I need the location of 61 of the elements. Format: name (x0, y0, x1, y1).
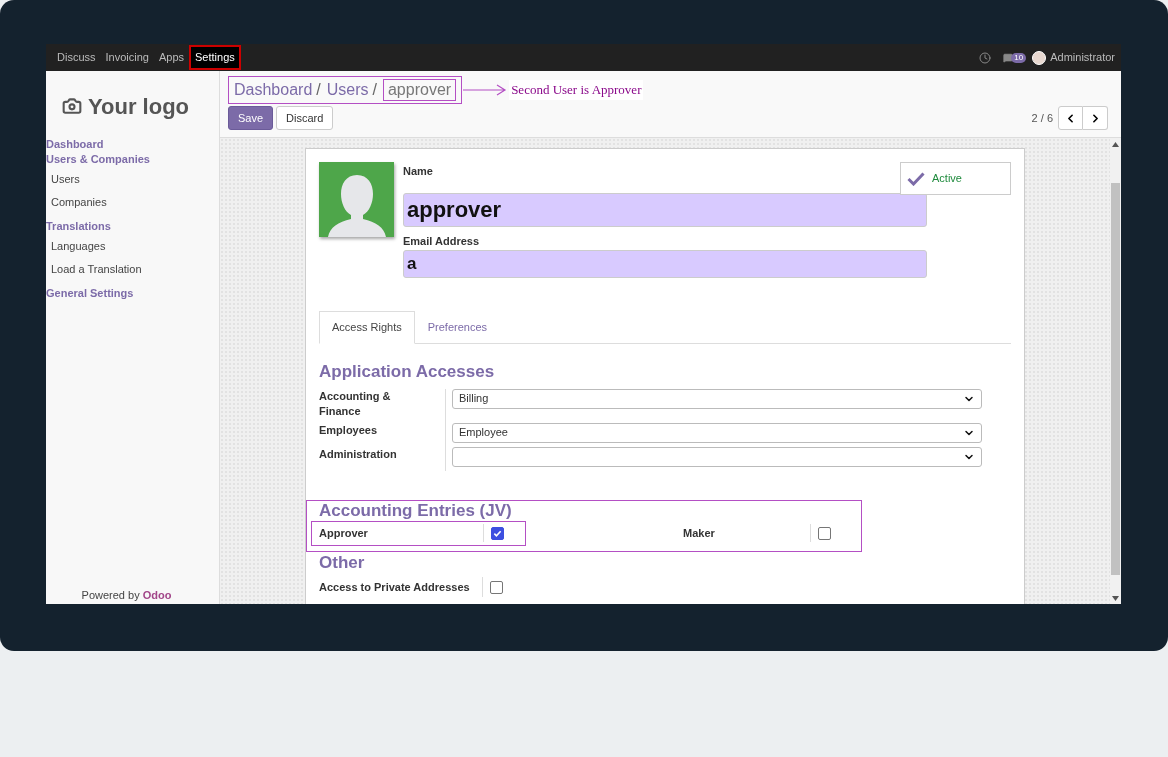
sidebar-section[interactable]: Dashboard (46, 137, 104, 152)
breadcrumb-current: approver (382, 79, 457, 101)
field-label: Maker (683, 525, 716, 541)
select-field[interactable]: Billing (452, 388, 982, 409)
person-silhouette-icon (325, 173, 388, 237)
field-label: Name (403, 164, 433, 179)
checkbox[interactable] (490, 580, 503, 594)
tab[interactable]: Access Rights (319, 311, 415, 344)
section-heading: Other (319, 552, 366, 573)
email-field[interactable]: a (403, 250, 927, 278)
checkbox[interactable] (491, 526, 504, 540)
previous-button[interactable] (1058, 106, 1083, 130)
pager-text: 2 / 6 (1031, 110, 1053, 126)
checkmark-icon (907, 171, 925, 186)
field-label: Approver (319, 525, 369, 541)
user-name[interactable]: Administrator (1050, 49, 1115, 66)
camera-icon (62, 96, 82, 116)
annotation-note: Second User is Approver (509, 80, 644, 100)
clock-icon[interactable] (979, 51, 992, 64)
select-field[interactable]: Employee (452, 422, 982, 443)
logo-text: Your logo (88, 92, 190, 121)
sidebar-item[interactable]: Users (46, 169, 219, 190)
field-label: Access to Private Addresses (319, 579, 471, 595)
sidebar-section[interactable]: General Settings (46, 286, 134, 301)
menu-item[interactable]: Apps (154, 47, 188, 68)
message-count[interactable]: 10 (1003, 52, 1027, 63)
name-field[interactable]: approver (403, 192, 927, 227)
field-label: Employees (319, 422, 379, 438)
breadcrumb-separator: / (371, 80, 378, 100)
sidebar-section[interactable]: Translations (46, 219, 111, 234)
powered-by-text: Powered by (81, 588, 141, 601)
discard-button[interactable]: Discard (276, 106, 334, 130)
select-field[interactable] (452, 446, 982, 467)
breadcrumb-separator: / (315, 80, 322, 100)
odoo-link[interactable]: Odoo (142, 588, 172, 601)
scroll-down-icon[interactable] (1112, 596, 1119, 601)
sidebar-item[interactable]: Companies (46, 192, 219, 213)
checkbox[interactable] (818, 526, 831, 540)
scroll-up-icon[interactable] (1112, 142, 1119, 147)
field-label: Administration (319, 446, 398, 462)
section-heading: Application Accesses (319, 361, 496, 383)
user-avatar[interactable] (1032, 50, 1047, 65)
scrollbar[interactable] (1110, 138, 1121, 604)
next-button[interactable] (1083, 106, 1108, 130)
active-toggle-button[interactable]: Active (900, 162, 1011, 195)
breadcrumb-link[interactable]: Users (326, 78, 369, 102)
tab[interactable]: Preferences (414, 311, 500, 344)
scrollbar-thumb[interactable] (1111, 183, 1120, 575)
menu-item[interactable]: Settings (190, 46, 240, 69)
menu-item[interactable]: Invoicing (101, 47, 153, 68)
field-label: Email Address (403, 233, 480, 249)
sidebar-item[interactable]: Load a Translation (46, 259, 219, 280)
section-heading: Accounting Entries (JV) (319, 500, 513, 521)
breadcrumb-link[interactable]: Dashboard (234, 78, 313, 102)
menu-item[interactable]: Discuss (53, 47, 100, 68)
field-label: Accounting & Finance (319, 388, 392, 419)
save-button[interactable]: Save (228, 106, 274, 130)
count-badge: 10 (1011, 52, 1027, 63)
sidebar-section[interactable]: Users & Companies (46, 152, 150, 167)
sidebar-item[interactable]: Languages (46, 236, 219, 257)
chat-icon (1003, 52, 1014, 63)
